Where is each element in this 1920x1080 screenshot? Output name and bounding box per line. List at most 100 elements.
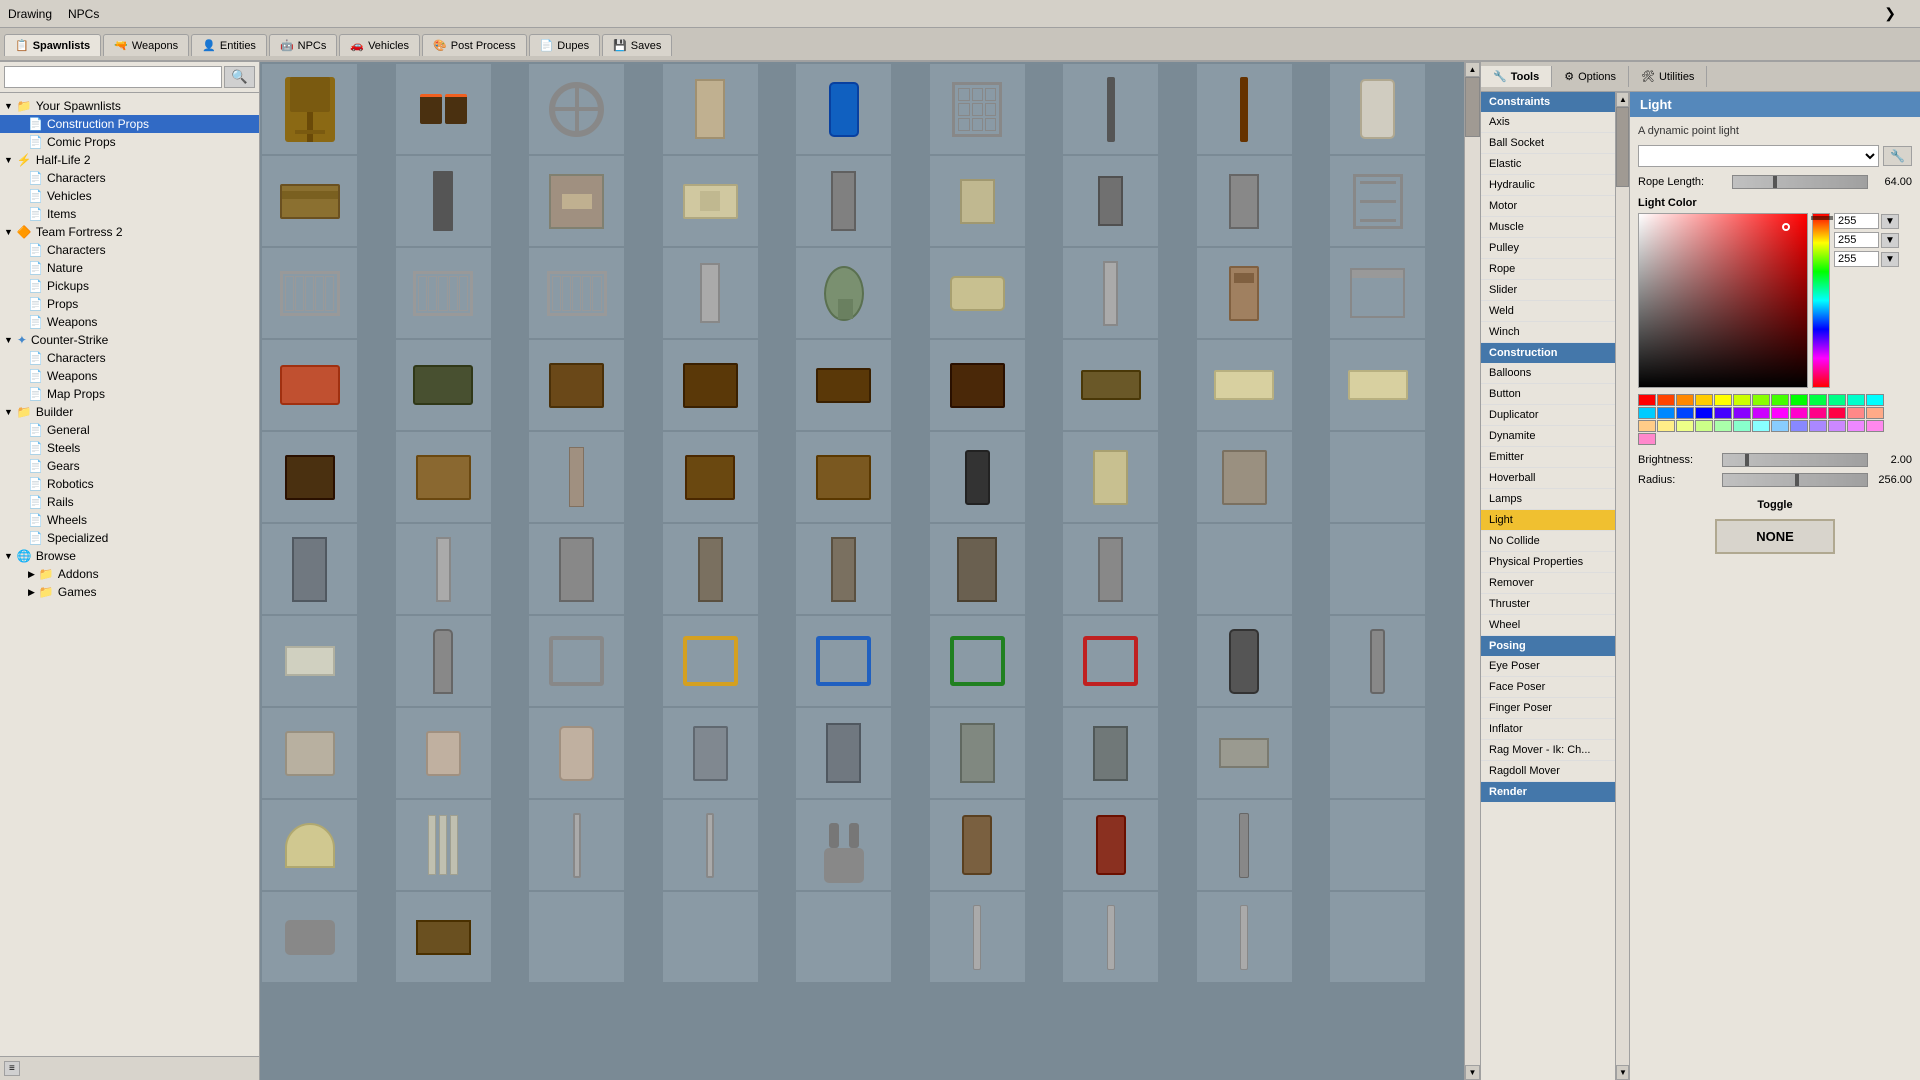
color-swatch[interactable] xyxy=(1790,420,1808,432)
item-cell[interactable] xyxy=(930,524,1025,614)
color-swatch[interactable] xyxy=(1676,394,1694,406)
color-swatch[interactable] xyxy=(1828,407,1846,419)
color-swatch[interactable] xyxy=(1866,420,1884,432)
item-cell[interactable] xyxy=(663,340,758,430)
tree-item-hl2[interactable]: ▼ ⚡ Half-Life 2 xyxy=(0,151,259,169)
posing-rag-mover[interactable]: Rag Mover - Ik: Ch... xyxy=(1481,740,1615,761)
color-r-down[interactable]: ▼ xyxy=(1881,214,1899,229)
item-cell[interactable] xyxy=(1330,616,1425,706)
color-swatch[interactable] xyxy=(1866,407,1884,419)
constraint-weld[interactable]: Weld xyxy=(1481,301,1615,322)
item-cell[interactable] xyxy=(529,616,624,706)
color-swatch[interactable] xyxy=(1790,407,1808,419)
color-swatch[interactable] xyxy=(1714,394,1732,406)
color-swatch[interactable] xyxy=(1828,420,1846,432)
tab-saves[interactable]: 💾 Saves xyxy=(602,34,672,56)
tree-item-tf2-pickups[interactable]: 📄 Pickups xyxy=(0,277,259,295)
construction-lamps[interactable]: Lamps xyxy=(1481,489,1615,510)
item-cell[interactable] xyxy=(796,800,891,890)
item-cell[interactable] xyxy=(1063,432,1158,522)
tree-item-hl2-vehicles[interactable]: 📄 Vehicles xyxy=(0,187,259,205)
construction-emitter[interactable]: Emitter xyxy=(1481,447,1615,468)
color-swatch[interactable] xyxy=(1733,420,1751,432)
item-cell[interactable] xyxy=(1197,708,1292,798)
tab-vehicles[interactable]: 🚗 Vehicles xyxy=(339,34,420,56)
color-swatch[interactable] xyxy=(1714,407,1732,419)
item-cell[interactable] xyxy=(1330,432,1425,522)
tree-item-browse-addons[interactable]: ▶ 📁 Addons xyxy=(0,565,259,583)
construction-thruster[interactable]: Thruster xyxy=(1481,594,1615,615)
item-cell[interactable] xyxy=(262,800,357,890)
tree-item-builder-robotics[interactable]: 📄 Robotics xyxy=(0,475,259,493)
tree-item-construction-props[interactable]: 📄 Construction Props xyxy=(0,115,259,133)
color-swatch[interactable] xyxy=(1847,407,1865,419)
item-cell[interactable] xyxy=(930,616,1025,706)
item-cell[interactable] xyxy=(1330,64,1425,154)
color-swatch[interactable] xyxy=(1847,394,1865,406)
item-cell[interactable] xyxy=(796,524,891,614)
item-cell[interactable] xyxy=(930,248,1025,338)
tree-item-hl2-characters[interactable]: 📄 Characters xyxy=(0,169,259,187)
tree-item-builder-general[interactable]: 📄 General xyxy=(0,421,259,439)
tab-entities[interactable]: 👤 Entities xyxy=(191,34,267,56)
top-bar-arrow[interactable]: ❯ xyxy=(1884,5,1896,22)
item-cell[interactable] xyxy=(796,892,891,982)
constraints-scroll-up[interactable]: ▲ xyxy=(1616,92,1629,107)
color-swatch[interactable] xyxy=(1809,420,1827,432)
item-cell[interactable] xyxy=(262,340,357,430)
tree-item-cs-weapons[interactable]: 📄 Weapons xyxy=(0,367,259,385)
construction-light[interactable]: Light xyxy=(1481,510,1615,531)
item-cell[interactable] xyxy=(1197,340,1292,430)
color-swatch[interactable] xyxy=(1771,394,1789,406)
item-cell[interactable] xyxy=(529,708,624,798)
radius-slider[interactable] xyxy=(1722,473,1868,487)
constraint-ball-socket[interactable]: Ball Socket xyxy=(1481,133,1615,154)
item-cell[interactable] xyxy=(396,248,491,338)
color-swatch[interactable] xyxy=(1809,407,1827,419)
item-cell[interactable] xyxy=(529,248,624,338)
item-cell[interactable] xyxy=(1063,708,1158,798)
item-cell[interactable] xyxy=(396,432,491,522)
item-cell[interactable] xyxy=(396,524,491,614)
item-cell[interactable] xyxy=(1330,800,1425,890)
item-cell[interactable] xyxy=(529,524,624,614)
tree-item-browse[interactable]: ▼ 🌐 Browse xyxy=(0,547,259,565)
posing-ragdoll-mover[interactable]: Ragdoll Mover xyxy=(1481,761,1615,782)
item-cell[interactable] xyxy=(529,892,624,982)
item-cell[interactable] xyxy=(1063,64,1158,154)
tree-item-builder[interactable]: ▼ 📁 Builder xyxy=(0,403,259,421)
color-swatch[interactable] xyxy=(1809,394,1827,406)
tree-item-comic-props[interactable]: 📄 Comic Props xyxy=(0,133,259,151)
color-swatch[interactable] xyxy=(1771,407,1789,419)
item-cell[interactable] xyxy=(663,708,758,798)
item-cell[interactable] xyxy=(1063,340,1158,430)
item-cell[interactable] xyxy=(796,156,891,246)
constraint-muscle[interactable]: Muscle xyxy=(1481,217,1615,238)
color-swatch[interactable] xyxy=(1752,394,1770,406)
color-swatch[interactable] xyxy=(1733,407,1751,419)
item-cell[interactable] xyxy=(262,708,357,798)
color-swatch[interactable] xyxy=(1828,394,1846,406)
color-swatch[interactable] xyxy=(1847,420,1865,432)
item-cell[interactable] xyxy=(663,800,758,890)
constraint-motor[interactable]: Motor xyxy=(1481,196,1615,217)
item-cell[interactable] xyxy=(1063,616,1158,706)
item-cell[interactable] xyxy=(396,340,491,430)
color-gradient[interactable] xyxy=(1638,213,1808,388)
item-cell[interactable] xyxy=(1063,892,1158,982)
color-swatch[interactable] xyxy=(1657,394,1675,406)
color-swatch[interactable] xyxy=(1695,420,1713,432)
item-cell[interactable] xyxy=(1063,156,1158,246)
constraint-elastic[interactable]: Elastic xyxy=(1481,154,1615,175)
color-swatch[interactable] xyxy=(1695,407,1713,419)
posing-face-poser[interactable]: Face Poser xyxy=(1481,677,1615,698)
item-cell[interactable] xyxy=(1330,708,1425,798)
color-swatch[interactable] xyxy=(1771,420,1789,432)
item-cell[interactable] xyxy=(1330,524,1425,614)
item-cell[interactable] xyxy=(396,800,491,890)
color-swatch[interactable] xyxy=(1638,420,1656,432)
tree-item-browse-games[interactable]: ▶ 📁 Games xyxy=(0,583,259,601)
color-swatch[interactable] xyxy=(1714,420,1732,432)
item-cell[interactable] xyxy=(529,800,624,890)
item-cell[interactable] xyxy=(262,248,357,338)
